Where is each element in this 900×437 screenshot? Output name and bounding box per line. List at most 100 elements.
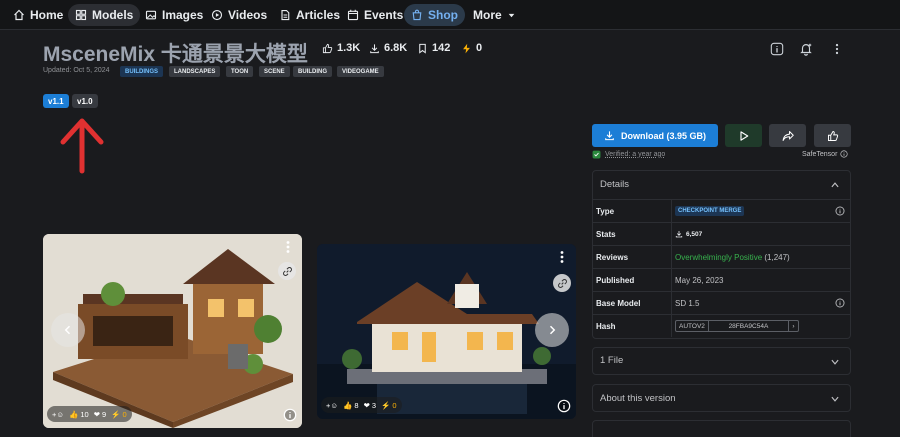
info-icon — [840, 150, 849, 158]
chevron-down-icon — [508, 13, 514, 17]
nav-videos[interactable]: Videos — [204, 4, 274, 26]
nav-events[interactable]: Events — [340, 4, 410, 26]
share-icon — [782, 130, 794, 141]
next-panel — [592, 420, 851, 437]
home-icon — [14, 9, 24, 21]
reactions-bar[interactable]: +☺ 👍 8 ❤ 3 ⚡ 0 — [321, 397, 402, 413]
play-icon — [739, 130, 748, 141]
bell-plus-icon — [800, 43, 812, 56]
share-button[interactable] — [769, 124, 806, 147]
carousel-next-button[interactable] — [535, 313, 569, 347]
link-icon — [282, 266, 292, 276]
nav-images[interactable]: Images — [138, 4, 210, 26]
chevron-up-icon[interactable] — [830, 180, 840, 190]
info-button[interactable] — [765, 37, 789, 61]
like-button[interactable] — [814, 124, 851, 147]
nav-shop[interactable]: Shop — [404, 4, 465, 26]
chevron-right-icon — [549, 325, 556, 335]
hash-type[interactable]: AUTOV2 — [676, 321, 709, 331]
tag[interactable]: SCENE — [259, 66, 290, 77]
tag[interactable]: VIDEOGAME — [337, 66, 384, 77]
detail-row-base-model: Base Model SD 1.5 — [592, 291, 851, 314]
detail-row-reviews: Reviews Overwhelmingly Positive (1,247) — [592, 245, 851, 268]
detail-row-hash: Hash AUTOV2 28FBA9C54A › — [592, 314, 851, 337]
add-reaction-icon[interactable]: +☺ — [52, 410, 64, 419]
carousel-prev-button[interactable] — [51, 313, 85, 347]
top-nav: Home Models Images Videos Articles Event… — [0, 0, 900, 30]
verified-status: Verified: a year ago — [592, 150, 665, 159]
more-menu-button[interactable] — [825, 37, 849, 61]
downloads-stat: 6.8K — [369, 42, 407, 54]
link-button[interactable] — [278, 262, 296, 280]
version-tab-v1-0[interactable]: v1.0 — [72, 94, 98, 108]
updated-date: Updated: Oct 5, 2024 — [43, 67, 110, 74]
likes-stat: 1.3K — [322, 42, 360, 54]
like-reaction[interactable]: 👍 10 — [69, 410, 89, 419]
video-icon — [211, 9, 223, 21]
download-button[interactable]: Download (3.95 GB) — [592, 124, 718, 147]
shop-icon — [412, 9, 422, 21]
detail-row-published: Published May 26, 2023 — [592, 268, 851, 291]
detail-row-stats: Stats 6,507 — [592, 222, 851, 245]
hash-value[interactable]: 28FBA9C54A — [709, 323, 788, 330]
gallery-image-1[interactable]: +☺ 👍 10 ❤ 9 ⚡ 0 — [43, 234, 302, 428]
detail-row-type: Type CHECKPOINT MERGE — [592, 199, 851, 222]
info-icon[interactable] — [835, 206, 845, 216]
version-tab-v1-1[interactable]: v1.1 — [43, 94, 69, 108]
info-icon[interactable] — [283, 408, 297, 422]
tag[interactable]: BUILDINGS — [120, 66, 163, 77]
heart-reaction[interactable]: ❤ 9 — [94, 410, 106, 419]
like-reaction[interactable]: 👍 8 — [343, 401, 359, 410]
reactions-bar[interactable]: +☺ 👍 10 ❤ 9 ⚡ 0 — [47, 406, 132, 422]
files-panel[interactable] — [592, 347, 851, 375]
collections-stat: 142 — [417, 42, 450, 54]
stats-downloads: 6,507 — [675, 230, 702, 238]
nav-label: Images — [162, 8, 204, 22]
info-icon[interactable] — [557, 399, 571, 413]
red-arrow-annotation — [60, 118, 104, 174]
buzz-reaction[interactable]: ⚡ 0 — [381, 401, 397, 410]
notify-button[interactable] — [794, 37, 818, 61]
bookmark-icon — [419, 43, 426, 54]
nav-label: Models — [92, 8, 134, 22]
nav-label: Home — [30, 8, 64, 22]
dots-vertical-icon[interactable] — [283, 240, 293, 254]
dots-vertical-icon — [835, 43, 839, 55]
nav-home[interactable]: Home — [6, 4, 70, 26]
tag[interactable]: LANDSCAPES — [169, 66, 221, 77]
lightning-icon — [463, 43, 470, 53]
nav-models[interactable]: Models — [68, 4, 141, 26]
dots-vertical-icon[interactable] — [557, 250, 567, 264]
chevron-right-icon[interactable]: › — [788, 321, 798, 331]
shield-check-icon — [592, 150, 601, 159]
download-icon — [675, 231, 683, 238]
nav-more[interactable]: More — [466, 4, 523, 26]
chevron-down-icon[interactable] — [830, 394, 840, 404]
tag[interactable]: BUILDING — [293, 66, 332, 77]
image-icon — [145, 10, 157, 20]
gallery-image-2[interactable]: +☺ 👍 8 ❤ 3 ⚡ 0 — [317, 244, 576, 419]
buzz-stat: 0 — [461, 42, 482, 54]
about-version-heading[interactable]: About this version — [600, 393, 676, 404]
nav-label: Events — [364, 8, 404, 22]
grid-icon — [75, 9, 87, 21]
add-reaction-icon[interactable]: +☺ — [326, 401, 338, 410]
nav-label: More — [473, 8, 502, 22]
chevron-down-icon[interactable] — [830, 357, 840, 367]
run-button[interactable] — [725, 124, 762, 147]
details-heading[interactable]: Details — [600, 179, 629, 190]
link-button[interactable] — [553, 274, 571, 292]
nav-articles[interactable]: Articles — [272, 4, 347, 26]
thumbs-up-icon — [827, 130, 838, 141]
tag[interactable]: TOON — [226, 66, 254, 77]
files-heading[interactable]: 1 File — [600, 355, 623, 366]
link-icon — [557, 278, 567, 288]
nav-label: Articles — [296, 8, 341, 22]
hash-box[interactable]: AUTOV2 28FBA9C54A › — [675, 320, 799, 332]
buzz-reaction[interactable]: ⚡ 0 — [111, 410, 127, 419]
info-icon[interactable] — [835, 298, 845, 308]
calendar-icon — [347, 9, 359, 21]
reviews-value[interactable]: Overwhelmingly Positive (1,247) — [675, 253, 790, 262]
safetensor-label: SafeTensor — [802, 150, 849, 158]
heart-reaction[interactable]: ❤ 3 — [364, 401, 376, 410]
